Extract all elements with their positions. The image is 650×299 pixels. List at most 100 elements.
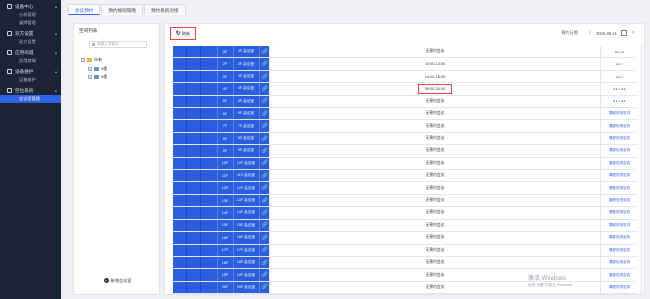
booking-panel: ↻ 刷新 预约日期 ‹ 2025-09-11 › 3F 3F-会议室 🔗 无预约会议 ◂… [164, 23, 645, 295]
booking-status[interactable]: 09:00-20:30 [269, 83, 601, 95]
booking-status[interactable]: 无预约会议 [269, 95, 601, 108]
link-icon[interactable]: 🔗 [261, 195, 269, 206]
link-icon[interactable]: 🔗 [261, 145, 269, 156]
booking-status[interactable]: 无预约会议 [269, 157, 601, 170]
booking-status[interactable]: 无预约会议 [269, 132, 601, 145]
booking-status[interactable]: 无预约会议 [269, 46, 601, 58]
sidebar-group-space[interactable]: 空位系统 ▴ [0, 86, 61, 95]
sidebar-group-device-center[interactable]: 设备中心 ▴ [0, 2, 61, 11]
room-name: 7F-会议室 [237, 123, 255, 128]
link-icon[interactable]: 🔗 [261, 158, 269, 169]
row-action[interactable]: 课程安排定向 [601, 195, 638, 206]
row-action[interactable]: 课程安排定向 [601, 232, 638, 243]
row-action[interactable]: 课程安排定向 [601, 108, 638, 119]
next-date-icon[interactable]: › [632, 30, 634, 36]
row-action[interactable]: 课程安排定向 [601, 282, 638, 293]
tab-booking-integration[interactable]: 预约系统对接 [143, 4, 186, 15]
row-action[interactable]: 课程安排定向 [601, 207, 638, 218]
row-action[interactable]: ◂ ▸ ▪ ◂ ▸ [601, 83, 638, 94]
table-row: 9F 9F-会议室 🔗 无预约会议 课程安排定向 [173, 145, 638, 158]
link-icon[interactable]: 🔗 [261, 207, 269, 218]
table-row: 5F 5F-会议室 🔗 无预约会议 ◂ ▸ ▪ ◂ ▸ [173, 95, 638, 109]
sidebar-item-meeting-room[interactable]: 会议室管理 [0, 95, 61, 103]
sidebar-item-settings[interactable]: 双方设置 [0, 38, 61, 46]
booking-status[interactable]: 无预约会议 [269, 194, 601, 207]
collapse-toggle-icon[interactable]: − [81, 58, 85, 62]
table-row: 3F 3F-会议室 🔗 14:00-18:00 ◂ ▸ ▪ [173, 70, 638, 84]
tab-meeting-booking[interactable]: 会议预约 [68, 4, 101, 15]
date-value[interactable]: 2025-09-11 [596, 31, 617, 36]
expand-toggle-icon[interactable]: + [88, 75, 92, 79]
room-name: 18F-会议室 [236, 260, 256, 265]
tree-node-root[interactable]: − 所有 [81, 57, 102, 63]
chevron-up-icon: ▴ [54, 69, 57, 74]
refresh-button[interactable]: ↻ 刷新 [170, 27, 196, 40]
link-icon[interactable]: 🔗 [261, 220, 269, 231]
link-icon[interactable]: 🔗 [261, 96, 269, 107]
link-icon[interactable]: 🔗 [261, 71, 269, 82]
booking-status[interactable]: 无预约会议 [269, 145, 601, 157]
booking-status[interactable]: 10:00-13:00 [269, 58, 601, 70]
link-icon[interactable]: 🔗 [261, 269, 269, 280]
link-icon[interactable]: 🔗 [261, 232, 269, 243]
settings-icon [7, 31, 12, 36]
booking-status[interactable]: 无预约会议 [269, 219, 601, 232]
row-action[interactable]: 课程安排定向 [601, 245, 638, 256]
link-icon[interactable]: 🔗 [261, 170, 269, 181]
booking-status[interactable]: 无预约会议 [269, 232, 601, 244]
tree-node-5f[interactable]: + 5楼 [88, 74, 107, 80]
row-action[interactable]: 课程安排定向 [601, 220, 638, 231]
sidebar-item-store[interactable]: 应用商城 [0, 57, 61, 65]
row-action[interactable]: ◂ ▸ ▪ ◂ ▸ [601, 96, 638, 107]
sidebar-item-maintenance[interactable]: 设备维护 [0, 76, 61, 84]
tree-node-3f[interactable]: + 3楼 [88, 66, 107, 72]
row-action[interactable]: ◂ ▸ ▪ ▸ [601, 46, 638, 57]
room-icon [94, 75, 99, 79]
booking-status[interactable]: 无预约会议 [269, 207, 601, 219]
add-room-button[interactable]: + 新增会议室 [74, 278, 161, 284]
row-action[interactable]: 课程安排定向 [601, 158, 638, 169]
booking-status[interactable]: 无预约会议 [269, 182, 601, 194]
booking-status[interactable]: 无预约会议 [269, 256, 601, 269]
search-input[interactable]: 请输入关键字 [89, 41, 147, 48]
link-icon[interactable]: 🔗 [261, 282, 269, 293]
link-icon[interactable]: 🔗 [261, 257, 269, 268]
sidebar-item-extension[interactable]: 分机管理 [0, 11, 61, 19]
folder-icon [87, 58, 92, 62]
link-icon[interactable]: 🔗 [261, 120, 269, 131]
table-row: 4F 4F-会议室 🔗 09:00-20:30 ◂ ▸ ▪ ◂ ▸ [173, 83, 638, 96]
booking-status[interactable]: 无预约会议 [269, 170, 601, 182]
row-action[interactable]: ◂ ▸ ▪ [601, 58, 638, 69]
row-action[interactable]: 课程安排定向 [601, 257, 638, 268]
expand-toggle-icon[interactable]: + [88, 67, 92, 71]
calendar-icon[interactable] [621, 30, 627, 36]
link-icon[interactable]: 🔗 [261, 108, 269, 119]
row-action[interactable]: 课程安排定向 [601, 170, 638, 181]
row-action[interactable]: 课程安排定向 [601, 269, 638, 280]
room-name: 4F-会议室 [237, 86, 255, 91]
sidebar-item-nameplate[interactable]: 桌牌管理 [0, 19, 61, 27]
sidebar-group-maintenance[interactable]: 设备维护 ▴ [0, 67, 61, 76]
row-action[interactable]: 课程安排定向 [601, 145, 638, 156]
link-icon[interactable]: 🔗 [261, 58, 269, 69]
row-action[interactable]: 课程安排定向 [601, 120, 638, 131]
booking-status[interactable]: 无预约会议 [269, 244, 601, 256]
link-icon[interactable]: 🔗 [261, 83, 269, 94]
booking-status[interactable]: 14:00-18:00 [269, 70, 601, 83]
tab-booking-rules[interactable]: 预约规则策略 [101, 4, 143, 15]
floor-number: 13F [221, 198, 229, 203]
date-label: 预约日期 [561, 30, 578, 35]
link-icon[interactable]: 🔗 [261, 182, 269, 193]
sidebar-group-settings[interactable]: 双方设置 ▴ [0, 29, 61, 38]
row-action[interactable]: 课程安排定向 [601, 182, 638, 193]
prev-date-icon[interactable]: ‹ [589, 30, 591, 36]
booking-status[interactable]: 无预约会议 [269, 120, 601, 132]
scrollbar[interactable] [640, 46, 643, 294]
link-icon[interactable]: 🔗 [261, 46, 269, 57]
row-action[interactable]: ◂ ▸ ▪ [601, 71, 638, 82]
booking-status[interactable]: 无预约会议 [269, 108, 601, 120]
link-icon[interactable]: 🔗 [261, 133, 269, 144]
sidebar-group-store[interactable]: 应用商城 ▴ [0, 48, 61, 57]
row-action[interactable]: 课程安排定向 [601, 133, 638, 144]
link-icon[interactable]: 🔗 [261, 245, 269, 256]
